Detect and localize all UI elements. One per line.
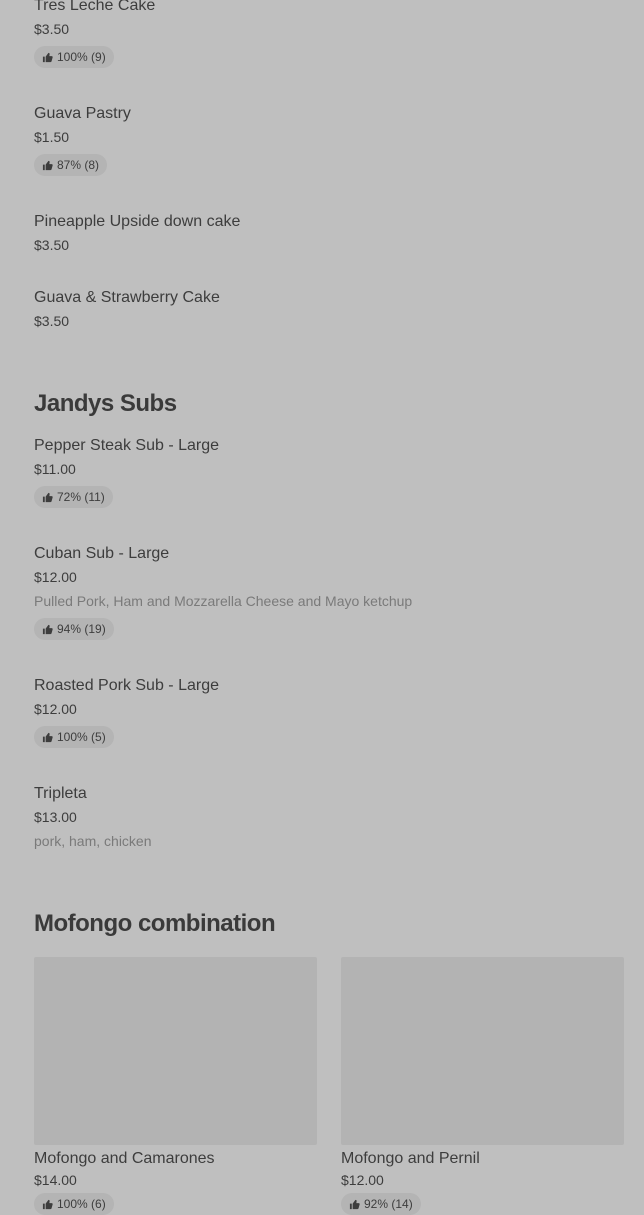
item-price: $13.00 (34, 809, 77, 825)
item-price: $11.00 (34, 461, 76, 477)
item-price: $12.00 (341, 1172, 384, 1188)
thumbs-up-icon (42, 1199, 53, 1209)
item-name: Tripleta (34, 785, 87, 802)
item-description: pork, ham, chicken (34, 833, 152, 849)
item-price: $14.00 (34, 1172, 77, 1188)
thumbs-up-icon (349, 1199, 360, 1209)
item-name: Cuban Sub - Large (34, 545, 170, 562)
thumbs-up-icon (42, 624, 53, 634)
rating-text: 72% (11) (57, 490, 105, 504)
item-price: $12.00 (34, 701, 77, 717)
thumbs-up-icon (42, 52, 53, 62)
item-price: $12.00 (34, 569, 77, 585)
thumbs-up-icon (42, 492, 53, 502)
item-name: Guava Pastry (34, 105, 131, 122)
menu-item-tres-leche-cake[interactable]: Tres Leche Cake $3.50 100% (9) (34, 0, 594, 68)
rating-badge: 100% (6) (34, 1193, 114, 1215)
rating-badge: 100% (5) (34, 726, 114, 748)
menu-item-cuban-sub[interactable]: Cuban Sub - Large $12.00 Pulled Pork, Ha… (34, 544, 594, 640)
rating-text: 87% (8) (57, 158, 100, 172)
rating-badge: 87% (8) (34, 154, 108, 176)
menu-card-mofongo-camarones[interactable]: Mofongo and Camarones $14.00 100% (6) (34, 957, 317, 1215)
item-name: Pepper Steak Sub - Large (34, 437, 220, 454)
item-name: Roasted Pork Sub - Large (34, 677, 219, 694)
item-name: Mofongo and Camarones (34, 1150, 215, 1167)
rating-text: 94% (19) (57, 622, 106, 636)
item-name: Guava & Strawberry Cake (34, 289, 220, 306)
rating-badge: 100% (9) (34, 46, 114, 68)
item-price: $3.50 (34, 237, 70, 253)
rating-badge: 94% (19) (34, 618, 114, 640)
item-description: Pulled Pork, Ham and Mozzarella Cheese a… (34, 593, 413, 609)
item-name: Pineapple Upside down cake (34, 213, 241, 230)
menu-item-guava-pastry[interactable]: Guava Pastry $1.50 87% (8) (34, 104, 594, 176)
menu-item-tripleta[interactable]: Tripleta $13.00 pork, ham, chicken (34, 784, 594, 850)
rating-text: 100% (6) (57, 1197, 106, 1211)
thumbs-up-icon (42, 732, 53, 742)
section-title-mofongo-combination: Mofongo combination (34, 910, 276, 937)
item-name: Tres Leche Cake (34, 0, 156, 14)
rating-text: 92% (14) (364, 1197, 413, 1211)
rating-badge: 92% (14) (341, 1193, 421, 1215)
rating-text: 100% (5) (57, 730, 106, 744)
rating-badge: 72% (11) (34, 486, 113, 508)
menu-item-pineapple-upside-down-cake[interactable]: Pineapple Upside down cake $3.50 (34, 212, 594, 254)
item-price: $1.50 (34, 129, 70, 145)
menu-card-mofongo-pernil[interactable]: Mofongo and Pernil $12.00 92% (14) (341, 957, 624, 1215)
menu-item-roasted-pork-sub[interactable]: Roasted Pork Sub - Large $12.00 100% (5) (34, 676, 594, 748)
rating-text: 100% (9) (57, 50, 106, 64)
menu-item-guava-strawberry-cake[interactable]: Guava & Strawberry Cake $3.50 (34, 288, 594, 330)
item-price: $3.50 (34, 21, 70, 37)
item-image-placeholder (341, 957, 624, 1145)
thumbs-up-icon (42, 160, 53, 170)
item-price: $3.50 (34, 313, 70, 329)
item-image-placeholder (34, 957, 317, 1145)
section-title-jandys-subs: Jandys Subs (34, 390, 177, 417)
item-name: Mofongo and Pernil (341, 1150, 480, 1167)
menu-item-pepper-steak-sub[interactable]: Pepper Steak Sub - Large $11.00 72% (11) (34, 436, 594, 508)
